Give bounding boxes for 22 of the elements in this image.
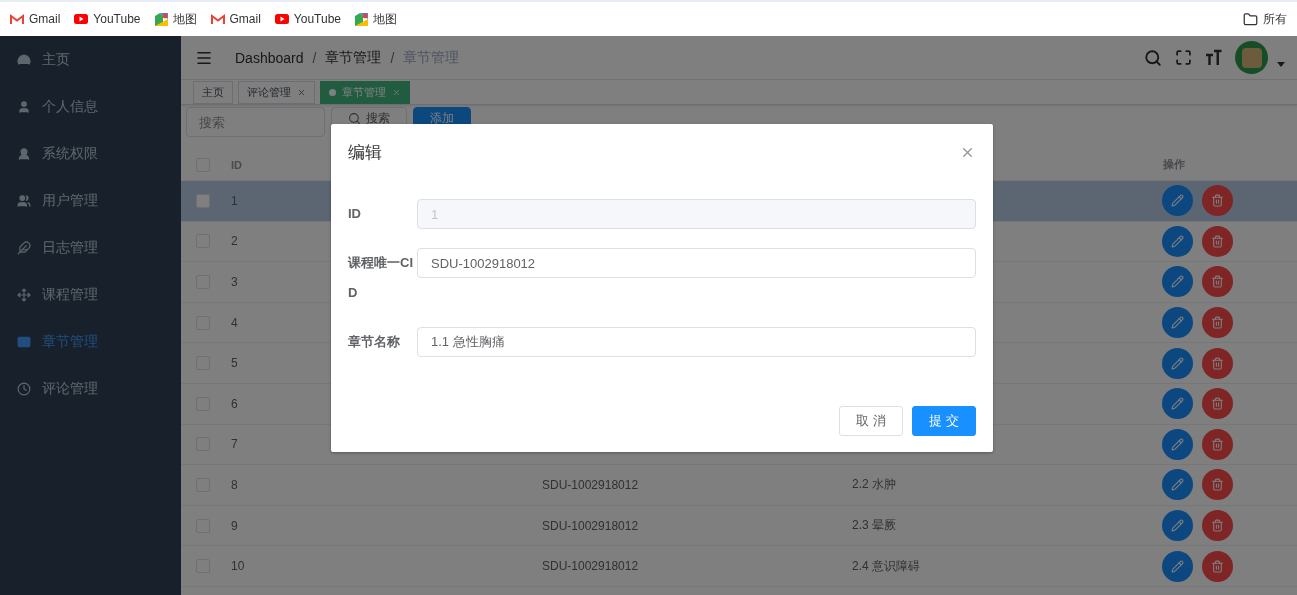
table-cell-text: 2.3 晕厥	[851, 517, 896, 535]
table-cell-text: 3	[230, 275, 238, 289]
table-cell-text: 7	[230, 437, 238, 452]
field-label: 章节名称	[348, 333, 401, 351]
table-cell-text: 2	[230, 234, 238, 249]
table-cell-text: 10	[230, 559, 245, 574]
field-label: 课程唯一CID	[348, 254, 414, 302]
dialog-title: 编辑	[348, 142, 382, 164]
breadcrumb-separator: /	[312, 49, 317, 66]
table-cell-text: 9	[230, 518, 238, 533]
table-cell-text: 5	[230, 356, 238, 371]
field-label: ID	[348, 205, 362, 223]
table-cell-text: 4	[230, 315, 238, 330]
table-cell-text: SDU-1002918012	[541, 559, 639, 574]
breadcrumb-separator: /	[390, 49, 395, 66]
table-cell-text: 2.2 水肿	[851, 476, 896, 494]
table-cell-text: 1	[230, 193, 238, 208]
table-cell-text: 8	[230, 477, 238, 492]
table-cell-text: 2.4 意识障碍	[851, 557, 920, 575]
table-cell-text: 6	[230, 396, 238, 411]
table-cell-text: SDU-1002918012	[541, 477, 639, 492]
table-cell-text: SDU-1002918012	[541, 518, 639, 533]
